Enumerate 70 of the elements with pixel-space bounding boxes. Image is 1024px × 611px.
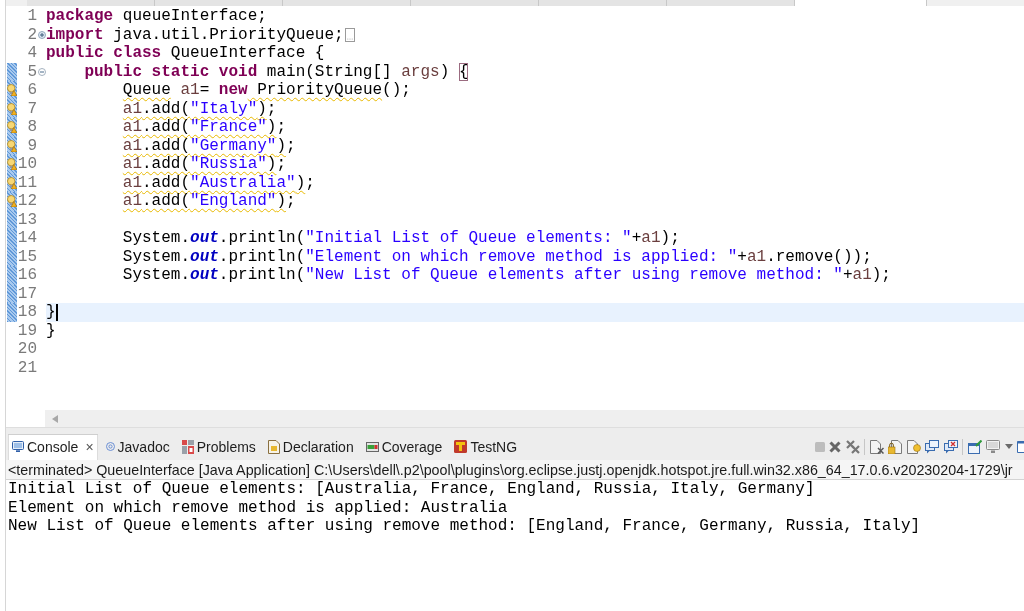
panel-tab[interactable]: Coverage [361, 433, 447, 460]
line-number: 2 [27, 25, 37, 44]
horizontal-scrollbar[interactable] [45, 410, 1024, 427]
code-line: package queueInterface; [46, 7, 267, 26]
console-output-line: Initial List of Queue elements: [Australia, France, England, Russia, Italy, Germany] [8, 480, 815, 499]
close-tab-button[interactable]: × [85, 438, 94, 455]
maximize-icon[interactable] [1017, 440, 1024, 453]
speech-bubbles-x-icon[interactable] [943, 439, 958, 454]
stop-icon[interactable] [814, 441, 825, 452]
panel-tab[interactable]: Declaration [263, 433, 358, 460]
coverage-bar-icon [365, 441, 379, 452]
code-line: public static void main(String[] args) { [84, 62, 469, 81]
code-line: System.out.println("Element on which remove method is applied: "+a1.remove()); [122, 247, 872, 266]
line-number: 14 [17, 229, 37, 248]
console-description: <terminated> QueueInterface [Java Application] C:\Users\dell\.p2\pool\plugins\org.eclipse.justj.openjdk.hotspot.jre.full.win32.x86_64_17.0.6.v20230204-1729\jr [8, 461, 1013, 478]
document-icon [267, 439, 280, 454]
code-line: System.out.println("New List of Queue elements after using remove method: "+a1); [122, 266, 891, 285]
line-number: 17 [17, 284, 37, 303]
console-output-line: Element on which remove method is applied: Australia [8, 498, 508, 517]
folded-code-icon[interactable] [344, 27, 355, 42]
code-line: a1.add("Germany"); [122, 136, 296, 155]
code-line: a1.add("Italy"); [122, 99, 277, 118]
expand-icon[interactable] [37, 30, 46, 39]
line-number: 10 [17, 155, 37, 174]
speech-bubbles-icon[interactable] [925, 439, 939, 454]
collapse-icon[interactable] [37, 67, 46, 76]
code-line: System.out.println("Initial List of Queue elements: "+a1); [122, 229, 680, 248]
line-number: 21 [17, 358, 37, 377]
line-number: 20 [17, 340, 37, 359]
line-number: 1 [27, 7, 37, 26]
line-number: 7 [27, 99, 37, 118]
code-line: a1.add("Russia"); [122, 155, 287, 174]
code-line: public class QueueInterface { [46, 44, 325, 63]
panel-tab[interactable]: Javadoc [101, 433, 174, 460]
line-number: 15 [17, 247, 37, 266]
line-number: 18 [17, 303, 37, 322]
line-number: 11 [17, 173, 37, 192]
line-number: 6 [27, 81, 37, 100]
line-number: 8 [27, 118, 37, 137]
code-line: a1.add("France"); [122, 118, 287, 137]
monitor-icon [12, 441, 24, 452]
monitor-icon[interactable] [986, 440, 1000, 453]
panel-tab[interactable]: TestNG [450, 433, 522, 460]
line-number: 16 [17, 266, 37, 285]
line-number: 13 [17, 210, 37, 229]
code-line: } [46, 321, 56, 340]
ring-icon [105, 442, 115, 451]
line-number: 9 [27, 136, 37, 155]
code-line: import java.util.PriorityQueue; [46, 25, 344, 44]
window-pencil-icon[interactable] [967, 439, 982, 454]
panel-tab[interactable]: Console × [8, 433, 98, 460]
code-line: a1.add("Australia"); [122, 173, 315, 192]
scroll-left-icon[interactable] [52, 414, 58, 423]
line-number: 4 [27, 44, 37, 63]
line-number: 5 [27, 62, 37, 81]
console-output-line: New List of Queue elements after using remove method: [England, France, Germany, Russia, Italy] [8, 517, 921, 536]
line-number: 12 [17, 192, 37, 211]
lock-document-icon[interactable] [888, 439, 902, 454]
panel-tab[interactable]: Problems [177, 433, 260, 460]
grid-icon [181, 439, 194, 454]
logo-icon [454, 440, 468, 453]
code-line: Queue a1= new PriorityQueue(); [122, 81, 411, 100]
document-x-icon[interactable] [869, 439, 884, 454]
text-cursor [55, 303, 58, 321]
double-x-icon[interactable] [845, 439, 860, 454]
x-icon[interactable] [829, 440, 841, 453]
code-line: } [46, 303, 56, 322]
code-line: a1.add("England"); [122, 192, 296, 211]
line-number: 19 [17, 321, 37, 340]
caret-icon[interactable] [1004, 444, 1013, 449]
